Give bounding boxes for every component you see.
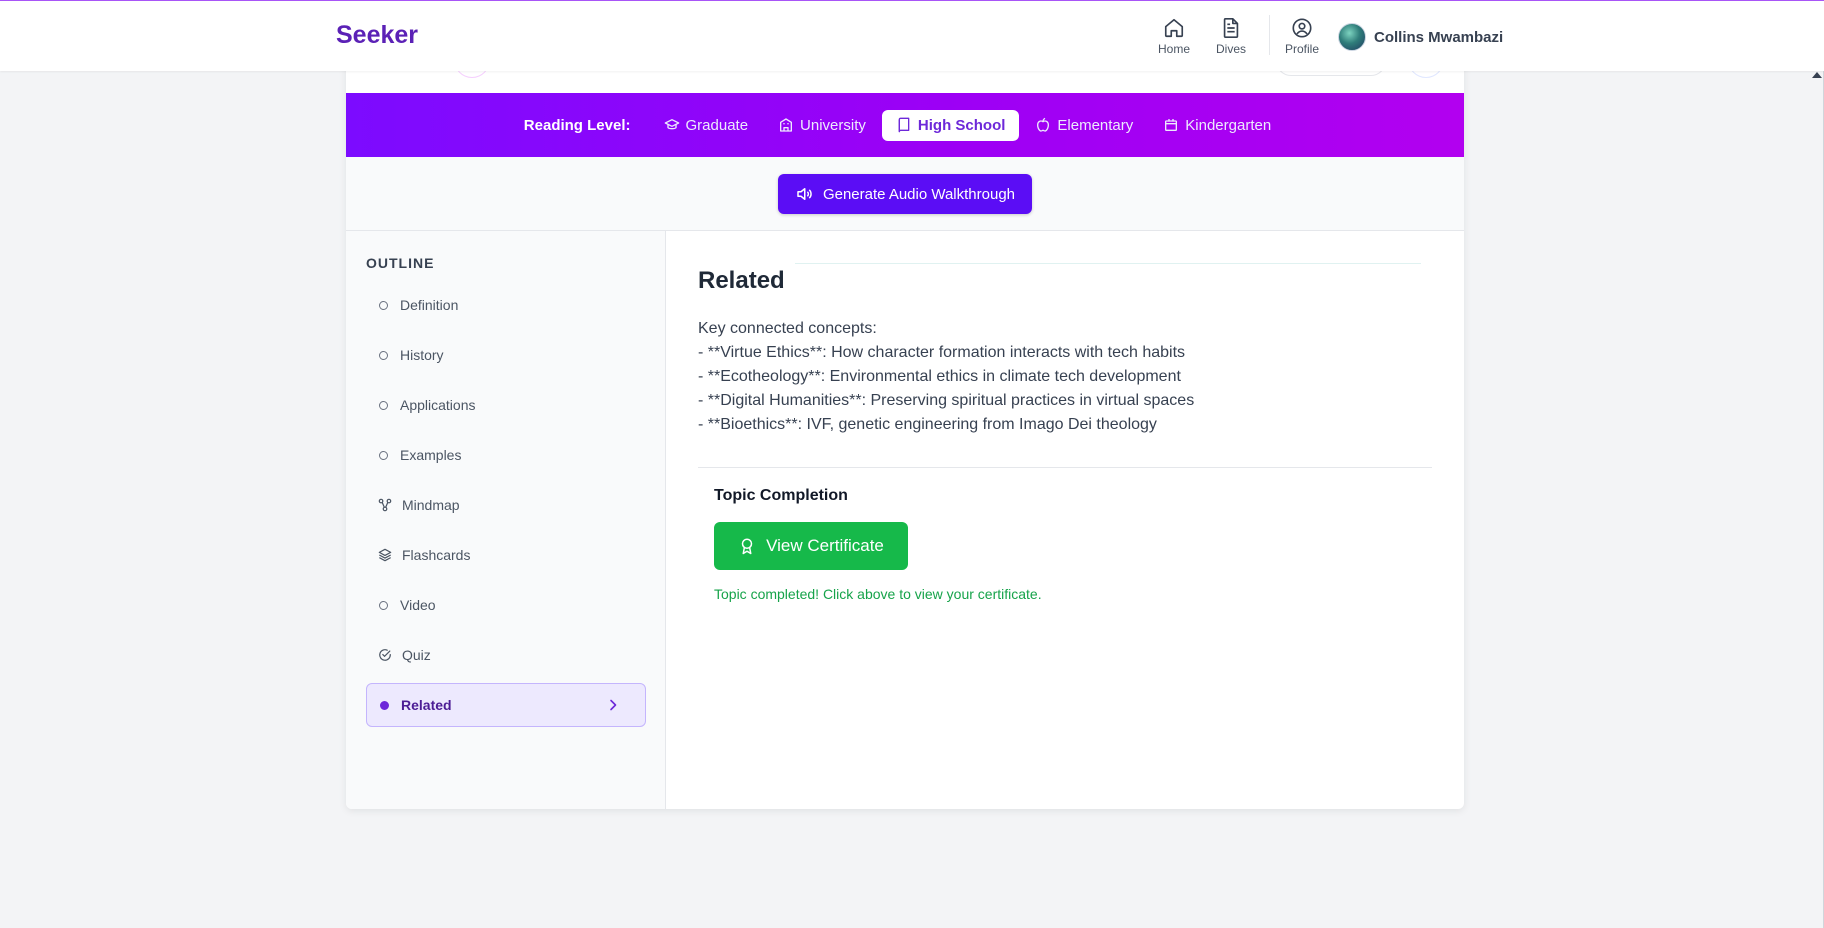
circle-icon <box>379 350 388 360</box>
calendar-icon <box>1165 119 1178 131</box>
level-high-school-label: High School <box>917 116 1006 134</box>
outline-item-applications[interactable]: Applications <box>366 383 646 427</box>
body-line: Key connected concepts: <box>698 320 877 337</box>
generate-audio-button[interactable]: Generate Audio Walkthrough <box>778 174 1032 214</box>
body-line: - **Digital Humanities**: Preserving spi… <box>698 392 1195 409</box>
user-name: Collins Mwambazi <box>1374 28 1504 46</box>
check-circle-icon <box>379 649 391 661</box>
avatar <box>1338 23 1366 51</box>
view-certificate-button[interactable]: View Certificate <box>714 522 908 570</box>
level-university-button[interactable]: University <box>764 110 880 141</box>
nav-profile-label: Profile <box>1285 42 1320 56</box>
home-icon <box>1164 18 1184 38</box>
completion-title: Topic Completion <box>714 487 848 504</box>
outline-item-examples[interactable]: Examples <box>366 433 646 477</box>
level-graduate-label: Graduate <box>685 116 749 134</box>
content-area: Related Key connected concepts: - **Virt… <box>667 231 1464 809</box>
document-icon <box>1223 18 1239 38</box>
circle-icon <box>379 450 388 460</box>
award-icon <box>741 538 753 555</box>
body-line: - **Virtue Ethics**: How character forma… <box>698 344 1186 361</box>
content-top-rule <box>795 263 1421 264</box>
circle-icon <box>379 400 388 410</box>
level-graduate-button[interactable]: Graduate <box>650 110 763 141</box>
level-elementary-button[interactable]: Elementary <box>1021 110 1147 141</box>
brand-logo[interactable]: Seeker <box>336 21 418 50</box>
body-line: - **Ecotheology**: Environmental ethics … <box>698 368 1181 385</box>
level-elementary-label: Elementary <box>1057 116 1134 134</box>
section-title: Related <box>698 267 785 294</box>
layers-icon <box>378 548 392 562</box>
nav-divider <box>1269 15 1270 55</box>
level-university-label: University <box>800 116 866 134</box>
building-icon <box>780 118 793 132</box>
outline-item-label: Related <box>401 697 452 713</box>
completion-note: Topic completed! Click above to view you… <box>714 586 1042 602</box>
outline-item-related[interactable]: Related <box>366 683 646 727</box>
reading-level-bar: Reading Level: Graduate University High … <box>346 93 1464 157</box>
audio-row: Generate Audio Walkthrough <box>346 157 1464 231</box>
outline-item-label: Flashcards <box>402 547 471 563</box>
circle-icon <box>379 300 388 310</box>
outline-item-video[interactable]: Video <box>366 583 646 627</box>
outline-item-label: Mindmap <box>402 497 460 513</box>
mindmap-icon <box>378 498 392 512</box>
outline-item-flashcards[interactable]: Flashcards <box>366 533 646 577</box>
outline-title: OUTLINE <box>366 255 435 271</box>
outline-item-label: Quiz <box>402 647 431 663</box>
user-circle-icon <box>1292 18 1312 38</box>
outline-item-label: Definition <box>400 297 459 313</box>
nav-dives[interactable]: Dives <box>1216 17 1246 56</box>
circle-icon <box>379 600 388 610</box>
speaker-icon <box>797 188 812 200</box>
nav-profile[interactable]: Profile <box>1285 17 1319 56</box>
outline-item-definition[interactable]: Definition <box>366 283 646 327</box>
nav-home-label: Home <box>1158 42 1191 56</box>
nav-home[interactable]: Home <box>1158 17 1190 56</box>
top-navbar: Seeker Home Dives Profile Collins Mwamba… <box>0 0 1824 71</box>
outline-item-label: Examples <box>400 447 462 463</box>
generate-audio-label: Generate Audio Walkthrough <box>822 185 1016 203</box>
section-body: Key connected concepts: - **Virtue Ethic… <box>698 317 1438 437</box>
outline-sidebar: OUTLINE Definition History Applications … <box>346 231 666 809</box>
outline-item-label: Applications <box>400 397 476 413</box>
outline-item-history[interactable]: History <box>366 333 646 377</box>
outline-item-label: Video <box>400 597 436 613</box>
outline-item-label: History <box>400 347 444 363</box>
level-kindergarten-label: Kindergarten <box>1185 116 1272 134</box>
book-icon <box>898 117 910 133</box>
level-kindergarten-button[interactable]: Kindergarten <box>1149 110 1285 141</box>
body-line: - **Bioethics**: IVF, genetic engineerin… <box>698 416 1157 433</box>
graduation-cap-icon <box>664 119 679 130</box>
level-high-school-button[interactable]: High School <box>881 109 1020 141</box>
section-divider <box>698 467 1432 468</box>
nav-dives-label: Dives <box>1216 42 1247 56</box>
reading-level-label: Reading Level: <box>523 116 631 134</box>
chevron-right-icon <box>610 699 617 711</box>
outline-item-mindmap[interactable]: Mindmap <box>366 483 646 527</box>
user-menu[interactable]: Collins Mwambazi <box>1338 23 1503 51</box>
outline-item-quiz[interactable]: Quiz <box>366 633 646 677</box>
apple-icon <box>1037 117 1050 132</box>
view-certificate-label: View Certificate <box>766 536 884 555</box>
filled-circle-icon <box>380 700 389 710</box>
scroll-up-arrow-icon[interactable] <box>1812 72 1822 78</box>
topic-card: Reading Level: Graduate University High … <box>346 60 1464 809</box>
